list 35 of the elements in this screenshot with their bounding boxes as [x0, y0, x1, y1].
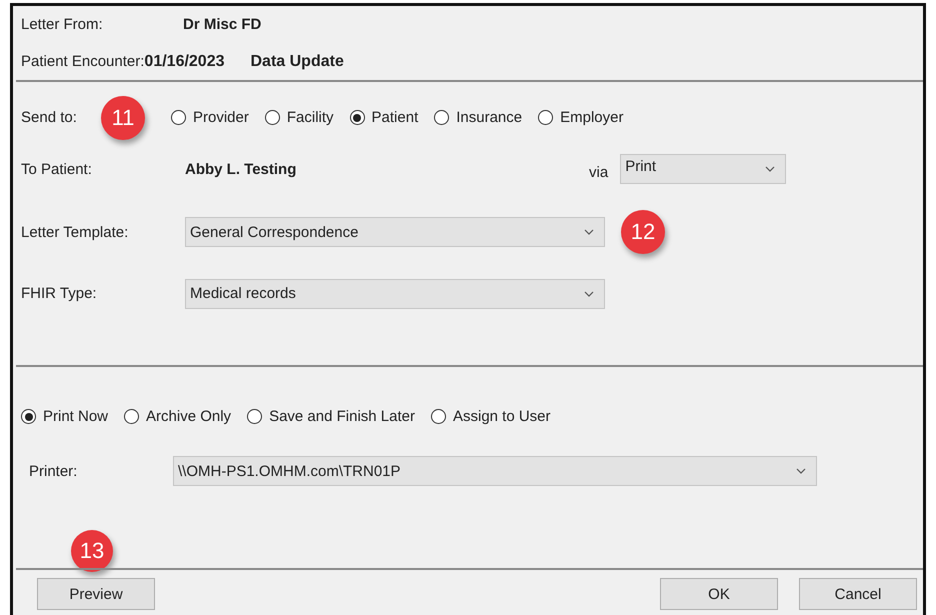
callout-badge: 11	[101, 96, 145, 140]
radio-option[interactable]: Patient	[350, 109, 418, 126]
field-label: FHIR Type:	[21, 285, 98, 302]
dialog-button[interactable]: Cancel	[799, 578, 917, 610]
radio-option[interactable]: Print Now	[21, 408, 108, 426]
field-label: Letter Template:	[21, 224, 130, 241]
chevron-down-icon	[765, 166, 776, 172]
dialog-button[interactable]: OK	[660, 578, 778, 610]
callout-badge: 12	[621, 210, 665, 254]
patient-name: Abby L. Testing	[185, 160, 298, 178]
encounter-date: 01/16/2023	[144, 52, 224, 71]
chevron-down-icon	[584, 229, 594, 236]
field-label: Letter From:	[21, 16, 104, 34]
radio-option[interactable]: Employer	[538, 109, 624, 126]
radio-option[interactable]: Facility	[264, 109, 334, 126]
fhir-type-dropdown[interactable]: Medical records	[185, 278, 605, 309]
encounter-type: Data Update	[250, 52, 344, 71]
callout-badge: 13	[71, 530, 113, 572]
field-label: via	[589, 162, 608, 181]
field-label: Patient Encounter:	[21, 53, 144, 70]
printer-dropdown[interactable]: \\OMH-PS1.OMHM.com\TRN01P	[173, 456, 817, 486]
radio-option[interactable]: Archive Only	[124, 408, 232, 426]
radio-option[interactable]: Save and Finish Later	[247, 408, 415, 426]
field-label: Send to:	[21, 109, 78, 126]
chevron-down-icon	[796, 468, 806, 474]
field-label: To Patient:	[21, 160, 93, 178]
preview-button[interactable]: Preview	[37, 578, 155, 610]
radio-option[interactable]: Provider	[171, 109, 249, 126]
sender-name: Dr Misc FD	[183, 16, 262, 34]
radio-option[interactable]: Assign to User	[430, 408, 551, 426]
radio-option[interactable]: Insurance	[434, 109, 522, 126]
chevron-down-icon	[584, 290, 594, 297]
via-dropdown[interactable]: Print	[620, 154, 786, 184]
field-label: Printer:	[28, 462, 78, 480]
template-dropdown[interactable]: General Correspondence	[185, 217, 605, 248]
